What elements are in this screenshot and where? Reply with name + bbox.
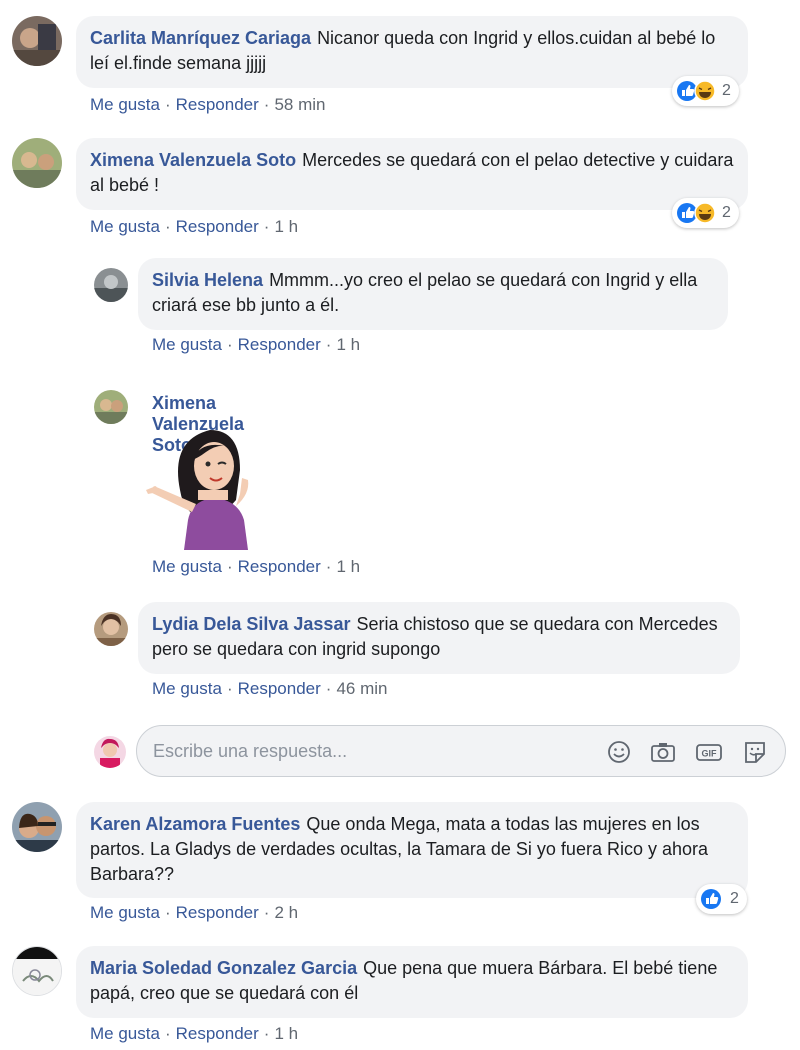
- camera-icon[interactable]: [649, 739, 677, 765]
- reply-link[interactable]: Responder: [238, 335, 321, 354]
- like-link[interactable]: Me gusta: [90, 95, 160, 114]
- like-link[interactable]: Me gusta: [152, 557, 222, 576]
- like-link[interactable]: Me gusta: [90, 217, 160, 236]
- timestamp[interactable]: 1 h: [274, 217, 298, 236]
- reaction-summary[interactable]: 2: [672, 198, 739, 228]
- avatar[interactable]: [94, 390, 128, 424]
- like-link[interactable]: Me gusta: [90, 903, 160, 922]
- separator: ·: [263, 217, 270, 236]
- reaction-count: 2: [730, 890, 739, 907]
- timestamp[interactable]: 46 min: [336, 679, 387, 698]
- comment-bubble: Silvia Helena Mmmm...yo creo el pelao se …: [138, 258, 728, 330]
- avatar[interactable]: [12, 138, 62, 188]
- comment-author[interactable]: Karen Alzamora Fuentes: [90, 814, 300, 834]
- reply-composer: GIF: [136, 725, 786, 777]
- reply-link[interactable]: Responder: [176, 217, 259, 236]
- separator: ·: [164, 217, 171, 236]
- avatar[interactable]: [94, 612, 128, 646]
- avatar[interactable]: [12, 946, 62, 996]
- timestamp[interactable]: 2 h: [274, 903, 298, 922]
- comment-bubble: Karen Alzamora Fuentes Que onda Mega, mat…: [76, 802, 748, 898]
- like-reaction-icon: [701, 889, 721, 909]
- gif-icon[interactable]: GIF: [695, 739, 723, 765]
- emoji-icon[interactable]: [605, 739, 633, 765]
- comment-author[interactable]: Maria Soledad Gonzalez Garcia: [90, 958, 357, 978]
- haha-reaction-icon: [694, 202, 716, 224]
- svg-text:GIF: GIF: [702, 749, 718, 759]
- comment-author[interactable]: Carlita Manríquez Cariaga: [90, 28, 311, 48]
- separator: ·: [226, 679, 233, 698]
- reaction-count: 2: [722, 82, 731, 99]
- current-user-avatar: [94, 736, 126, 768]
- avatar[interactable]: [12, 16, 62, 66]
- sticker-icon[interactable]: [741, 739, 769, 765]
- separator: ·: [325, 679, 332, 698]
- comment-actions: Me gusta · Responder · 1 h: [90, 1024, 298, 1044]
- comment-author[interactable]: Ximena Valenzuela Soto: [90, 150, 296, 170]
- separator: ·: [164, 1024, 171, 1043]
- avatar[interactable]: [12, 802, 62, 852]
- reply-link[interactable]: Responder: [238, 679, 321, 698]
- separator: ·: [164, 95, 171, 114]
- comment-actions: Me gusta · Responder · 58 min: [90, 95, 325, 115]
- avatar[interactable]: [94, 268, 128, 302]
- timestamp[interactable]: 1 h: [274, 1024, 298, 1043]
- separator: ·: [164, 903, 171, 922]
- separator: ·: [325, 557, 332, 576]
- separator: ·: [226, 557, 233, 576]
- comment-actions: Me gusta · Responder · 1 h: [152, 335, 360, 355]
- like-link[interactable]: Me gusta: [90, 1024, 160, 1043]
- reaction-summary[interactable]: 2: [696, 884, 747, 914]
- comment-author[interactable]: Lydia Dela Silva Jassar: [152, 614, 350, 634]
- reply-input[interactable]: [153, 738, 593, 764]
- reply-link[interactable]: Responder: [176, 903, 259, 922]
- separator: ·: [325, 335, 332, 354]
- timestamp[interactable]: 1 h: [336, 335, 360, 354]
- timestamp[interactable]: 58 min: [274, 95, 325, 114]
- separator: ·: [226, 335, 233, 354]
- reaction-summary[interactable]: 2: [672, 76, 739, 106]
- separator: ·: [263, 95, 270, 114]
- comment-author[interactable]: Silvia Helena: [152, 270, 263, 290]
- comment-bubble: Maria Soledad Gonzalez Garcia Que pena qu…: [76, 946, 748, 1018]
- reply-link[interactable]: Responder: [176, 1024, 259, 1043]
- reaction-count: 2: [722, 204, 731, 221]
- comment-actions: Me gusta · Responder · 1 h: [152, 557, 360, 577]
- comment-bubble: Carlita Manríquez Cariaga Nicanor queda c…: [76, 16, 748, 88]
- separator: ·: [263, 1024, 270, 1043]
- comment-actions: Me gusta · Responder · 46 min: [152, 679, 387, 699]
- comment-actions: Me gusta · Responder · 2 h: [90, 903, 298, 923]
- reply-link[interactable]: Responder: [176, 95, 259, 114]
- comment-actions: Me gusta · Responder · 1 h: [90, 217, 298, 237]
- waving-girl-sticker[interactable]: [140, 420, 270, 552]
- like-link[interactable]: Me gusta: [152, 335, 222, 354]
- timestamp[interactable]: 1 h: [336, 557, 360, 576]
- comment-bubble: Lydia Dela Silva Jassar Seria chistoso qu…: [138, 602, 740, 674]
- separator: ·: [263, 903, 270, 922]
- comment-bubble: Ximena Valenzuela Soto Mercedes se quedar…: [76, 138, 748, 210]
- like-link[interactable]: Me gusta: [152, 679, 222, 698]
- reply-link[interactable]: Responder: [238, 557, 321, 576]
- haha-reaction-icon: [694, 80, 716, 102]
